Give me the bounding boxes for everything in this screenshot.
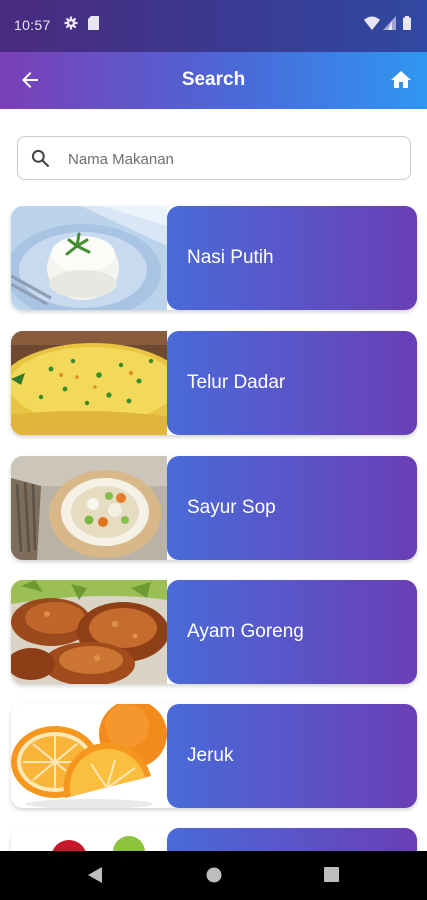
battery-icon [403,16,411,30]
nav-home-icon[interactable] [206,867,222,883]
food-card-panel: Telur Dadar [167,331,417,435]
oranges-image [11,704,167,808]
food-card-nasi-putih[interactable]: Nasi Putih [11,206,417,310]
omelette-image [11,331,167,435]
search-icon [31,149,50,167]
food-card-panel: Jeruk [167,704,417,808]
food-card-telur-dadar[interactable]: Telur Dadar [11,331,417,435]
food-name: Sayur Sop [187,497,276,518]
page-title: Search [181,69,246,90]
status-time: 10:57 [14,17,51,33]
food-card-panel: Sayur Sop [167,456,417,560]
vegetable-soup-image [11,456,167,560]
signal-icon [383,16,396,30]
system-nav-bar [0,851,427,900]
wifi-icon [364,16,380,30]
app-bar: Search [0,52,427,109]
nav-back-icon[interactable] [88,867,102,883]
settings-icon [64,16,78,30]
food-card-sayur-sop[interactable]: Sayur Sop [11,456,417,560]
fried-chicken-image [11,580,167,684]
food-name: Nasi Putih [187,247,274,268]
nav-recents-icon[interactable] [324,867,339,882]
food-card-jeruk[interactable]: Jeruk [11,704,417,808]
food-card-panel: Ayam Goreng [167,580,417,684]
search-box [17,136,411,180]
food-name: Jeruk [187,745,234,766]
food-name: Telur Dadar [187,372,286,393]
search-input[interactable] [68,146,398,172]
white-rice-image [11,206,167,310]
sd-card-icon [88,16,99,30]
status-bar: 10:57 [0,0,427,52]
food-card-panel: Nasi Putih [167,206,417,310]
home-icon[interactable] [389,68,413,92]
food-name: Ayam Goreng [187,621,304,642]
food-card-ayam-goreng[interactable]: Ayam Goreng [11,580,417,684]
